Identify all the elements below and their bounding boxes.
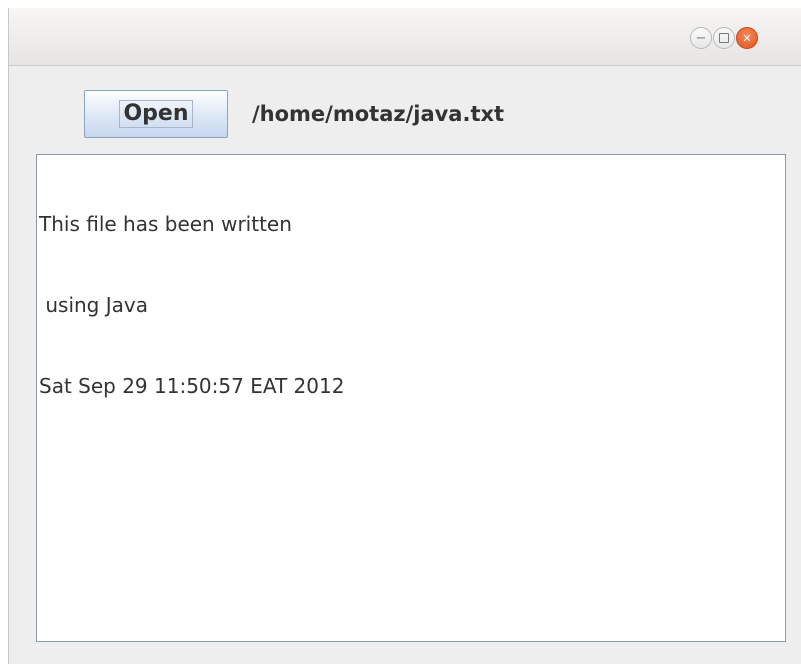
open-button-label: Open	[119, 99, 193, 129]
maximize-button[interactable]	[713, 27, 735, 49]
title-bar[interactable]: − ✕	[9, 8, 801, 66]
x-icon: ✕	[742, 31, 752, 45]
file-path-label: /home/motaz/java.txt	[252, 102, 505, 126]
text-line: using Java	[39, 293, 148, 317]
open-button[interactable]: Open	[84, 90, 228, 138]
minimize-button[interactable]: −	[690, 27, 712, 49]
close-button[interactable]: ✕	[736, 27, 758, 49]
square-icon	[719, 33, 729, 43]
text-line: This file has been written	[39, 212, 292, 236]
application-window: − ✕ Open /home/motaz/java.txt This file …	[8, 8, 801, 664]
text-line: Sat Sep 29 11:50:57 EAT 2012	[39, 374, 345, 398]
file-content-textarea[interactable]: This file has been written using Java Sa…	[36, 154, 786, 642]
minus-icon: −	[695, 30, 707, 46]
